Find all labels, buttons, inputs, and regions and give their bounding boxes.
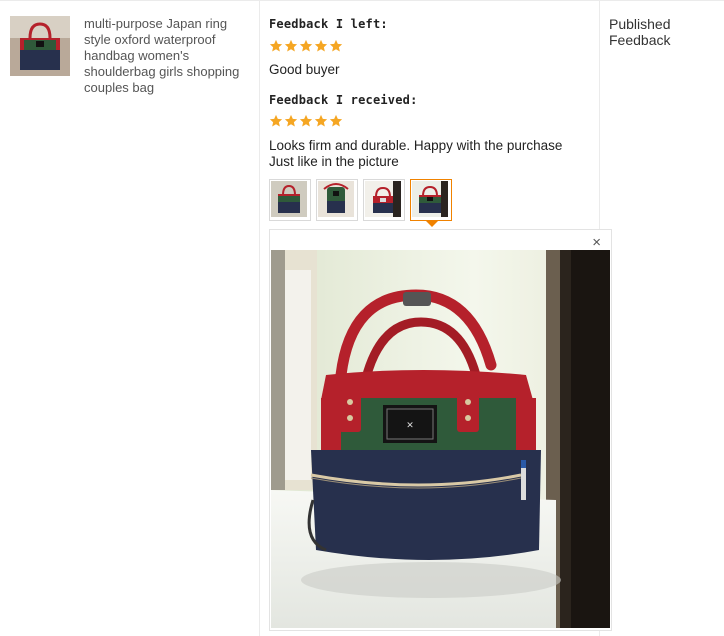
feedback-received-heading: Feedback I received: [269, 93, 418, 107]
product-title[interactable]: multi-purpose Japan ring style oxford wa… [84, 16, 254, 96]
photo-viewer: × ✕ [269, 229, 612, 631]
bag-photo-icon [318, 181, 354, 217]
star-icon [314, 114, 328, 127]
bag-photo-icon [271, 181, 307, 217]
star-icon [299, 39, 313, 52]
review-photo-thumbnail-3[interactable] [363, 179, 405, 221]
review-photo-thumbnail-2[interactable] [316, 179, 358, 221]
star-icon [269, 39, 283, 52]
feedback-left-heading: Feedback I left: [269, 17, 388, 31]
review-photo-thumbnail-4[interactable] [410, 179, 452, 221]
feedback-received-text: Looks firm and durable. Happy with the p… [269, 138, 563, 169]
star-icon [299, 114, 313, 127]
feedback-received-rating [269, 114, 343, 130]
review-photo-thumbnail-1[interactable] [269, 179, 311, 221]
top-border [0, 0, 724, 1]
bag-photo-icon [10, 16, 70, 76]
star-icon [314, 39, 328, 52]
review-photo-thumbnails [269, 179, 452, 221]
svg-text:✕: ✕ [406, 421, 414, 431]
bag-photo-icon [412, 181, 448, 217]
enlarged-review-photo: ✕ [271, 250, 610, 628]
star-icon [329, 114, 343, 127]
column-divider-1 [259, 0, 260, 636]
feedback-left-rating [269, 39, 343, 55]
feedback-left-text: Good buyer [269, 62, 340, 77]
bag-photo-icon: ✕ [271, 250, 610, 628]
star-icon [284, 39, 298, 52]
product-thumbnail[interactable] [10, 16, 70, 76]
bag-photo-icon [365, 181, 401, 217]
star-icon [284, 114, 298, 127]
star-icon [269, 114, 283, 127]
feedback-status: Published Feedback [609, 16, 671, 48]
active-thumbnail-caret [426, 221, 438, 227]
star-icon [329, 39, 343, 52]
